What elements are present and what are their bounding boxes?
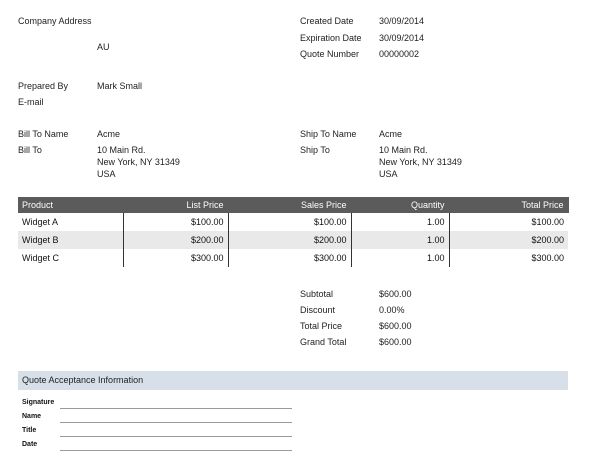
subtotal-value: $600.00 xyxy=(379,289,412,299)
cell-total-price: $200.00 xyxy=(449,231,568,249)
table-row: Widget B $200.00 $200.00 1.00 $200.00 xyxy=(18,231,568,249)
quote-number-label: Quote Number xyxy=(300,49,359,59)
quote-number-value: 00000002 xyxy=(379,49,419,59)
cell-product: Widget A xyxy=(18,213,123,231)
header-product: Product xyxy=(18,197,123,213)
name-label: Name xyxy=(22,413,41,420)
quote-acceptance-title: Quote Acceptance Information xyxy=(22,375,143,385)
ship-to-name-value: Acme xyxy=(379,129,402,139)
company-address-label: Company Address xyxy=(18,16,92,26)
cell-list-price: $300.00 xyxy=(123,249,228,267)
header-sales-price: Sales Price xyxy=(228,197,351,213)
quote-acceptance-header: Quote Acceptance Information xyxy=(18,371,568,390)
discount-value: 0.00% xyxy=(379,305,405,315)
cell-total-price: $100.00 xyxy=(449,213,568,231)
prepared-by-value: Mark Small xyxy=(97,81,142,91)
ship-to-name-label: Ship To Name xyxy=(300,129,356,139)
cell-product: Widget C xyxy=(18,249,123,267)
prepared-by-label: Prepared By xyxy=(18,81,68,91)
ship-to-line2: New York, NY 31349 xyxy=(379,157,462,167)
date-line xyxy=(60,450,292,451)
total-price-label: Total Price xyxy=(300,321,342,331)
ship-to-line3: USA xyxy=(379,169,398,179)
grand-total-value: $600.00 xyxy=(379,337,412,347)
signature-line xyxy=(60,408,292,409)
quote-line-items-table: Product List Price Sales Price Quantity … xyxy=(18,197,569,267)
header-total-price: Total Price xyxy=(449,197,568,213)
ship-to-line1: 10 Main Rd. xyxy=(379,145,428,155)
created-date-label: Created Date xyxy=(300,16,354,26)
bill-to-line3: USA xyxy=(97,169,116,179)
cell-quantity: 1.00 xyxy=(351,249,449,267)
cell-list-price: $100.00 xyxy=(123,213,228,231)
expiration-date-value: 30/09/2014 xyxy=(379,33,424,43)
bill-to-line1: 10 Main Rd. xyxy=(97,145,146,155)
header-list-price: List Price xyxy=(123,197,228,213)
cell-sales-price: $200.00 xyxy=(228,231,351,249)
email-label: E-mail xyxy=(18,97,44,107)
created-date-value: 30/09/2014 xyxy=(379,16,424,26)
table-row: Widget A $100.00 $100.00 1.00 $100.00 xyxy=(18,213,568,231)
grand-total-label: Grand Total xyxy=(300,337,346,347)
subtotal-label: Subtotal xyxy=(300,289,333,299)
bill-to-name-label: Bill To Name xyxy=(18,129,68,139)
cell-quantity: 1.00 xyxy=(351,213,449,231)
total-price-value: $600.00 xyxy=(379,321,412,331)
bill-to-label: Bill To xyxy=(18,145,42,155)
signature-label: Signature xyxy=(22,399,54,406)
discount-label: Discount xyxy=(300,305,335,315)
cell-quantity: 1.00 xyxy=(351,231,449,249)
date-label: Date xyxy=(22,441,37,448)
cell-sales-price: $100.00 xyxy=(228,213,351,231)
cell-product: Widget B xyxy=(18,231,123,249)
bill-to-line2: New York, NY 31349 xyxy=(97,157,180,167)
cell-list-price: $200.00 xyxy=(123,231,228,249)
bill-to-name-value: Acme xyxy=(97,129,120,139)
title-label: Title xyxy=(22,427,36,434)
table-row: Widget C $300.00 $300.00 1.00 $300.00 xyxy=(18,249,568,267)
cell-total-price: $300.00 xyxy=(449,249,568,267)
cell-sales-price: $300.00 xyxy=(228,249,351,267)
header-quantity: Quantity xyxy=(351,197,449,213)
name-line xyxy=(60,422,292,423)
ship-to-label: Ship To xyxy=(300,145,330,155)
title-line xyxy=(60,436,292,437)
table-header-row: Product List Price Sales Price Quantity … xyxy=(18,197,568,213)
expiration-date-label: Expiration Date xyxy=(300,33,362,43)
company-country: AU xyxy=(97,42,110,52)
